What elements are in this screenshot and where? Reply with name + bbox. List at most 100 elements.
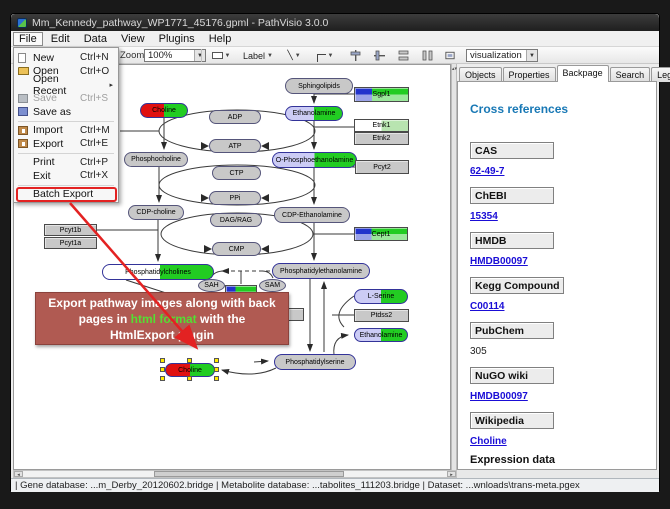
selection-handle[interactable] (160, 376, 165, 381)
node-phosphatidylserine[interactable]: Phosphatidylserine (274, 354, 356, 370)
node-pcyt1a[interactable]: Pcyt1a (44, 237, 97, 249)
menu-item-save[interactable]: SaveCtrl+S (14, 92, 118, 106)
window-title: Mm_Kennedy_pathway_WP1771_45176.gpml - P… (32, 17, 328, 29)
xref-link[interactable]: C00114 (470, 301, 504, 312)
align-horizontal-center-button[interactable] (345, 48, 365, 63)
node-choline-top[interactable]: Choline (140, 103, 188, 118)
menu-file[interactable]: File (13, 32, 43, 46)
node-dag[interactable]: DAG/RAG (210, 213, 262, 227)
menu-view[interactable]: View (115, 32, 151, 46)
menu-item-open-recent[interactable]: Open Recent ▸ (14, 78, 118, 92)
connector-tool-button[interactable]: ▼ (311, 48, 339, 63)
tab-backpage[interactable]: Backpage (557, 65, 609, 82)
menu-edit[interactable]: Edit (45, 32, 76, 46)
xref-section-nugo: NuGO wiki HMDB00097 (470, 367, 554, 404)
menu-item-import[interactable]: ImportCtrl+M (14, 124, 118, 138)
node-adp[interactable]: ADP (209, 110, 261, 124)
node-pcyt2[interactable]: Pcyt2 (355, 160, 409, 174)
menu-item-export[interactable]: ExportCtrl+E (14, 137, 118, 151)
submenu-arrow-icon: ▸ (109, 81, 113, 89)
chevron-down-icon[interactable]: ▼ (295, 53, 301, 59)
node-sam[interactable]: SAM (259, 279, 286, 292)
selection-handle[interactable] (187, 376, 192, 381)
title-bar[interactable]: Mm_Kennedy_pathway_WP1771_45176.gpml - P… (11, 14, 659, 31)
chevron-down-icon[interactable]: ▼ (267, 53, 273, 59)
chevron-down-icon[interactable]: ▼ (194, 50, 205, 61)
xref-title: Kegg Compound (470, 277, 564, 294)
menu-item-exit[interactable]: ExitCtrl+X (14, 169, 118, 183)
node-ctp[interactable]: CTP (212, 166, 261, 180)
node-phosphocholine[interactable]: Phosphocholine (124, 152, 188, 167)
save-icon (18, 94, 28, 103)
node-phosphatidylethanolamine[interactable]: Phosphatidylethanolamine (272, 263, 370, 279)
node-gene-small[interactable] (288, 308, 304, 321)
align-vertical-center-button[interactable] (369, 48, 389, 63)
node-ethanolamine-top[interactable]: Ethanolamine (285, 106, 343, 121)
tab-legend[interactable]: Legend (651, 67, 670, 82)
menu-data[interactable]: Data (78, 32, 113, 46)
xref-link[interactable]: 62-49-7 (470, 166, 504, 177)
node-cdp-choline[interactable]: CDP-choline (128, 205, 184, 220)
xref-link[interactable]: Choline (470, 436, 507, 447)
xref-link[interactable]: HMDB00097 (470, 391, 528, 402)
selection-handle[interactable] (214, 358, 219, 363)
file-menu: NewCtrl+N OpenCtrl+O Open Recent ▸ SaveC… (13, 47, 119, 203)
node-ptdss2[interactable]: Ptdss2 (354, 309, 409, 322)
zoom-value: 100% (148, 50, 172, 61)
node-o-phosphoethanolamine[interactable]: O-Phosphoethanolamine (272, 152, 357, 168)
tab-objects[interactable]: Objects (459, 67, 502, 82)
datanode-tool-button[interactable]: ▼ (207, 48, 235, 63)
stack-vertical-button[interactable] (393, 48, 413, 63)
node-cept1[interactable]: Cept1 (354, 227, 408, 241)
node-choline-selected[interactable]: Choline (165, 363, 215, 377)
label-tool-button[interactable]: Label ▼ (239, 48, 277, 63)
chevron-down-icon[interactable]: ▼ (526, 50, 537, 61)
menu-item-print[interactable]: PrintCtrl+P (14, 156, 118, 170)
callout-line2: pages in html format with the (79, 311, 246, 327)
batch-export-highlight-box (16, 187, 117, 202)
node-atp[interactable]: ATP (209, 139, 261, 153)
node-ethanolamine-bottom[interactable]: Ethanolamine (354, 328, 408, 342)
screenshot-root: Mm_Kennedy_pathway_WP1771_45176.gpml - P… (0, 0, 670, 509)
chevron-down-icon[interactable]: ▼ (328, 53, 334, 59)
tab-search[interactable]: Search (610, 67, 651, 82)
chevron-down-icon[interactable]: ▼ (225, 53, 231, 59)
node-ppi[interactable]: PPi (209, 191, 261, 205)
menu-plugins[interactable]: Plugins (153, 32, 201, 46)
menu-item-new[interactable]: NewCtrl+N (14, 51, 118, 65)
node-phosphatidylcholines[interactable]: Phosphatidylcholines (102, 264, 214, 280)
common-size-button[interactable] (441, 48, 459, 63)
selection-handle[interactable] (214, 376, 219, 381)
callout-line3: HtmlExport plugin (110, 327, 214, 343)
scroll-left-icon[interactable]: ◂ (14, 471, 23, 477)
selection-handle[interactable] (160, 358, 165, 363)
line-tool-button[interactable]: ╲ ▼ (281, 48, 307, 63)
menu-help[interactable]: Help (203, 32, 238, 46)
xref-title: CAS (470, 142, 554, 159)
selection-handle[interactable] (187, 358, 192, 363)
node-etnk2[interactable]: Etnk2 (354, 132, 409, 145)
xref-link[interactable]: HMDB00097 (470, 256, 528, 267)
hscroll-thumb[interactable] (154, 471, 344, 477)
backpage-panel: Cross references CAS 62-49-7 ChEBI 15354… (457, 81, 657, 470)
node-sgpl1[interactable]: Sgpl1 (354, 87, 409, 102)
selection-handle[interactable] (160, 367, 165, 372)
node-etnk1[interactable]: Etnk1 (354, 119, 409, 132)
menu-item-save-as[interactable]: Save as (14, 105, 118, 119)
stack-horizontal-button[interactable] (417, 48, 437, 63)
node-sphingolipids[interactable]: Sphingolipids (285, 78, 353, 94)
node-cmp[interactable]: CMP (212, 242, 261, 256)
node-l-serine[interactable]: L-Serine (354, 289, 408, 304)
expression-data-heading: Expression data (470, 454, 555, 466)
node-cdp-ethanolamine[interactable]: CDP-Ethanolamine (274, 207, 350, 223)
visualization-combobox[interactable]: visualization ▼ (466, 49, 538, 62)
scroll-right-icon[interactable]: ▸ (447, 471, 456, 477)
canvas-hscrollbar[interactable]: ◂ ▸ (13, 470, 457, 478)
selection-handle[interactable] (214, 367, 219, 372)
stack-horizontal-icon (421, 49, 434, 62)
node-sah[interactable]: SAH (198, 279, 225, 292)
xref-link[interactable]: 15354 (470, 211, 498, 222)
node-pcyt1b[interactable]: Pcyt1b (44, 224, 97, 236)
zoom-combobox[interactable]: 100% ▼ (144, 49, 206, 62)
tab-properties[interactable]: Properties (503, 67, 556, 82)
